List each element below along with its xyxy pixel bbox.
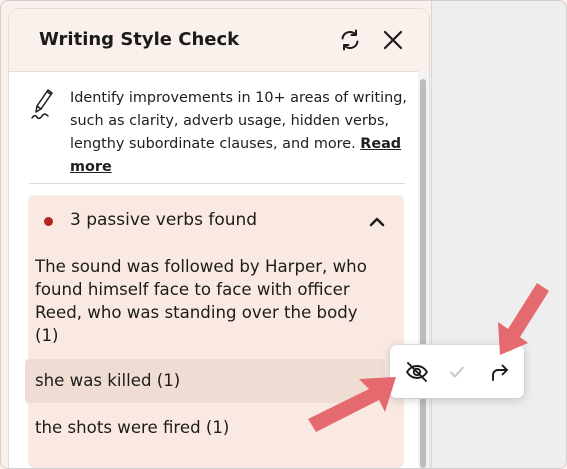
passive-verb-item[interactable]: The sound was followed by Harper, who fo… bbox=[25, 255, 385, 351]
next-button[interactable] bbox=[485, 358, 513, 386]
panel-scrollbar[interactable] bbox=[418, 71, 429, 468]
chevron-up-icon[interactable] bbox=[367, 212, 387, 232]
passive-verb-item[interactable]: the shots were fired (1) bbox=[25, 406, 385, 450]
close-icon bbox=[383, 30, 403, 50]
pencil-icon bbox=[31, 89, 53, 120]
divider bbox=[29, 183, 405, 184]
intro-text: Identify improvements in 10+ areas of wr… bbox=[70, 90, 407, 152]
passive-verb-item-selected[interactable]: she was killed (1) bbox=[25, 359, 385, 403]
writing-style-panel: Writing Style Check Identify improvement… bbox=[9, 9, 429, 468]
passive-verbs-title: 3 passive verbs found bbox=[70, 210, 258, 230]
eye-off-icon bbox=[406, 362, 428, 382]
accept-button[interactable] bbox=[443, 358, 471, 386]
panel-header: Writing Style Check bbox=[9, 9, 429, 72]
redo-arrow-icon bbox=[492, 364, 508, 381]
status-dot bbox=[44, 217, 53, 226]
intro-description: Identify improvements in 10+ areas of wr… bbox=[70, 87, 410, 179]
refresh-button[interactable] bbox=[336, 26, 364, 54]
passive-verbs-header[interactable]: 3 passive verbs found bbox=[28, 195, 404, 247]
ignore-button[interactable] bbox=[403, 358, 431, 386]
refresh-icon bbox=[341, 29, 359, 51]
scrollbar-thumb[interactable] bbox=[420, 79, 426, 468]
suggestion-toolbar bbox=[390, 345, 524, 398]
panel-title: Writing Style Check bbox=[39, 29, 240, 50]
check-icon bbox=[450, 366, 464, 378]
close-button[interactable] bbox=[379, 26, 407, 54]
app-frame: Writing Style Check Identify improvement… bbox=[0, 0, 567, 469]
